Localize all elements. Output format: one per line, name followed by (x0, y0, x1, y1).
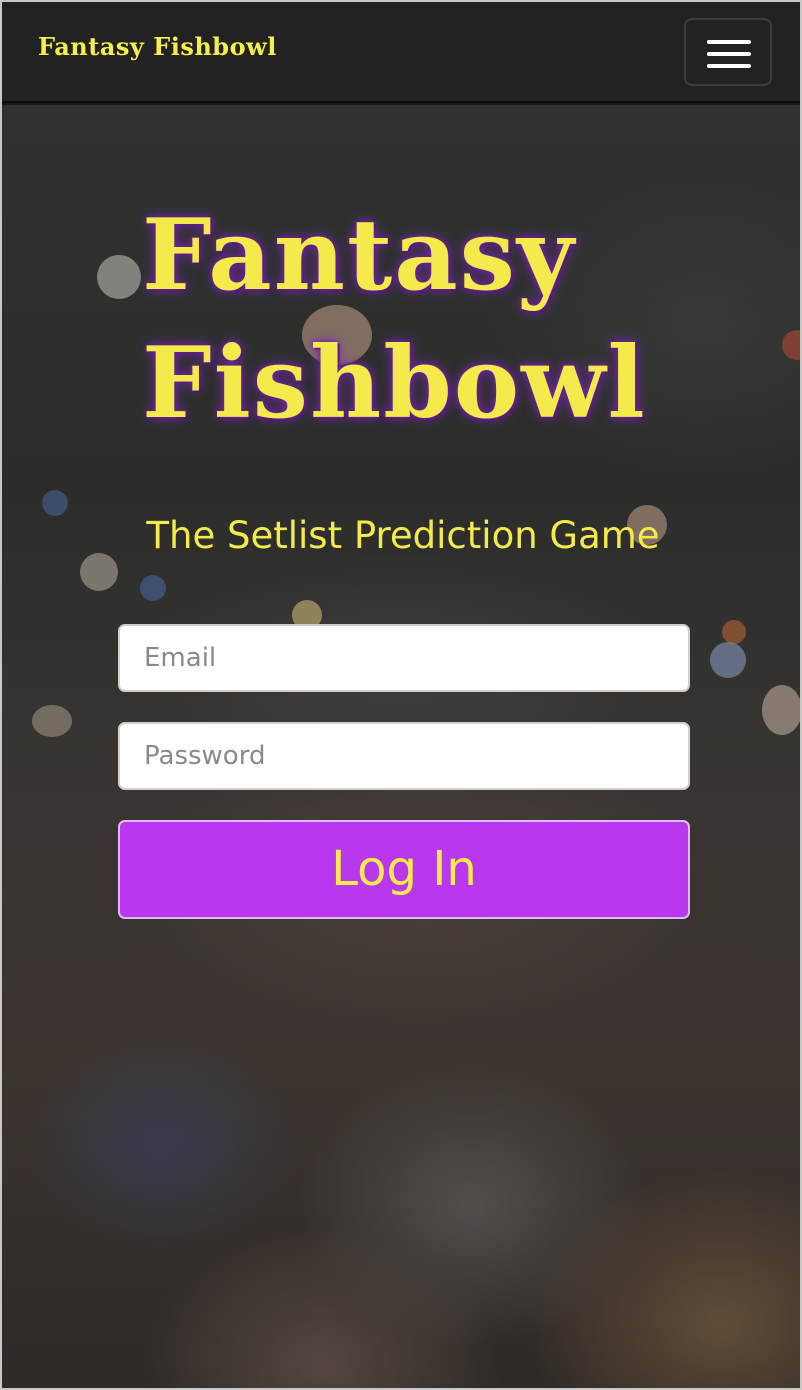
password-input[interactable] (118, 722, 690, 790)
navbar-brand[interactable]: Fantasy Fishbowl (38, 32, 277, 61)
hero-title-logo: Fantasy Fishbowl (142, 192, 682, 448)
email-input[interactable] (118, 624, 690, 692)
hero-title-line1: Fantasy (142, 198, 576, 313)
app-frame: Fantasy Fishbowl Fantasy Fishbowl The Se… (0, 0, 802, 1390)
hero-title-line2: Fishbowl (142, 326, 647, 441)
hero-tagline: The Setlist Prediction Game (146, 514, 660, 557)
menu-toggle-button[interactable] (684, 18, 772, 86)
login-button[interactable]: Log In (118, 820, 690, 919)
top-navbar: Fantasy Fishbowl (2, 2, 800, 103)
